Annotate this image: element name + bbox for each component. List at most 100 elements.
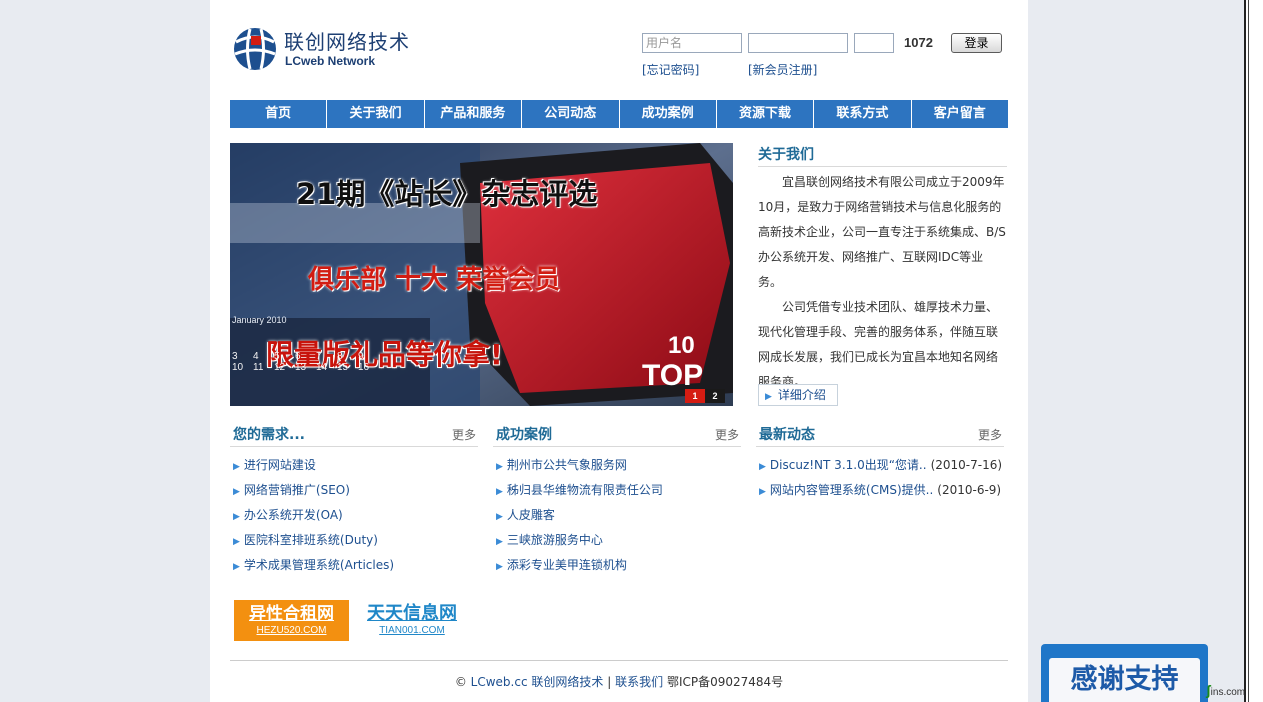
thanks-sticker: 感谢支持 [1041, 644, 1208, 702]
window-scrollbar[interactable] [1244, 0, 1263, 702]
logo-chinese-name: 联创网络技术 [284, 30, 410, 54]
calendar-day: 4 [253, 351, 259, 362]
list-item: ▶ 医院科室排班系统(Duty) [233, 532, 481, 557]
nav-cases[interactable]: 成功案例 [620, 100, 717, 128]
cases-more-link[interactable]: 更多 [715, 426, 739, 443]
globe-logo-icon [234, 28, 276, 70]
copyright-symbol: © [454, 675, 467, 689]
calendar-day: 5 [274, 351, 280, 362]
password-input[interactable] [748, 33, 848, 53]
nav-guestbook[interactable]: 客户留言 [912, 100, 1008, 128]
list-item: ▶ 荆州市公共气象服务网 [496, 457, 744, 482]
news-link[interactable]: 网站内容管理系统(CMS)提供.. [770, 483, 933, 497]
partner-name: 天天信息网 [367, 603, 457, 624]
watermark: ʃins.com [1206, 682, 1245, 698]
logo-english-name: LCweb Network [285, 54, 376, 68]
list-item: ▶ 添彩专业美甲连锁机构 [496, 557, 744, 582]
banner-top10-badge: 10 TOP [642, 331, 703, 391]
needs-more-link[interactable]: 更多 [452, 426, 476, 443]
calendar-day: 10 [232, 362, 244, 373]
banner-slideshow[interactable]: 21期《站长》杂志评选 俱乐部 十大 荣誉会员 限量版礼品等你拿! Januar… [230, 143, 733, 406]
bullet-arrow-icon: ▶ [233, 512, 240, 522]
login-button[interactable]: 登录 [951, 33, 1002, 53]
banner-pager: 1 2 [685, 389, 725, 403]
news-panel: 最新动态 更多 ▶ Discuz!NT 3.1.0出现“您请.. (2010-7-1… [756, 422, 1004, 497]
about-more-button[interactable]: ▶ 详细介绍 [758, 384, 838, 406]
case-link[interactable]: 添彩专业美甲连锁机构 [507, 558, 627, 572]
banner-page-1[interactable]: 1 [685, 389, 705, 403]
banner-title: 21期《站长》杂志评选 [296, 177, 598, 211]
news-list: ▶ Discuz!NT 3.1.0出现“您请.. (2010-7-16) ▶ 网站内容… [759, 457, 1007, 507]
about-body: 宜昌联创网络技术有限公司成立于2009年10月，是致力于网络营销技术与信息化服务… [758, 170, 1006, 395]
news-link[interactable]: Discuz!NT 3.1.0出现“您请.. [770, 458, 927, 472]
nav-about[interactable]: 关于我们 [327, 100, 425, 128]
bullet-arrow-icon: ▶ [759, 487, 766, 497]
banner-calendar-label: January 2010 [232, 315, 287, 325]
case-link[interactable]: 秭归县华维物流有限责任公司 [507, 483, 663, 497]
needs-link[interactable]: 办公系统开发(OA) [244, 508, 343, 522]
calendar-day: 15 [337, 362, 349, 373]
partner-name: 异性合租网 [249, 604, 334, 624]
site-logo[interactable]: 联创网络技术 LCweb Network [232, 24, 432, 74]
forgot-password-link[interactable]: [忘记密码] [642, 61, 699, 78]
nav-products[interactable]: 产品和服务 [425, 100, 523, 128]
about-divider [758, 166, 1007, 167]
nav-downloads[interactable]: 资源下载 [717, 100, 815, 128]
bullet-arrow-icon: ▶ [496, 512, 503, 522]
username-input[interactable] [642, 33, 742, 53]
needs-link[interactable]: 医院科室排班系统(Duty) [244, 533, 378, 547]
case-link[interactable]: 三峡旅游服务中心 [507, 533, 603, 547]
captcha-input[interactable] [854, 33, 894, 53]
nav-news[interactable]: 公司动态 [522, 100, 620, 128]
cases-list: ▶ 荆州市公共气象服务网 ▶ 秭归县华维物流有限责任公司 ▶ 人皮雕客 ▶ 三峡旅游服务… [496, 457, 744, 582]
list-item: ▶ 办公系统开发(OA) [233, 507, 481, 532]
bullet-arrow-icon: ▶ [233, 487, 240, 497]
bullet-arrow-icon: ▶ [496, 537, 503, 547]
page-container: 联创网络技术 LCweb Network 1072 登录 [忘记密码] [新会员… [210, 0, 1028, 702]
sticker-text: 感谢支持 [1049, 658, 1200, 702]
bullet-arrow-icon: ▶ [233, 537, 240, 547]
list-item: ▶ 学术成果管理系统(Articles) [233, 557, 481, 582]
calendar-day: 8 [337, 351, 343, 362]
about-paragraph: 公司凭借专业技术团队、雄厚技术力量、现代化管理手段、完善的服务体系，伴随互联网成… [758, 300, 999, 389]
bullet-arrow-icon: ▶ [759, 462, 766, 472]
footer-contact-link[interactable]: 联系我们 [615, 675, 663, 689]
list-item: ▶ 进行网站建设 [233, 457, 481, 482]
nav-home[interactable]: 首页 [230, 100, 328, 128]
main-nav: 首页 关于我们 产品和服务 公司动态 成功案例 资源下载 联系方式 客户留言 [230, 100, 1008, 128]
footer-site-link[interactable]: LCweb.cc [471, 675, 528, 689]
needs-title: 您的需求... [233, 427, 305, 443]
list-item: ▶ Discuz!NT 3.1.0出现“您请.. (2010-7-16) [759, 457, 1007, 482]
news-date: (2010-6-9) [937, 483, 1002, 497]
news-header: 最新动态 更多 [756, 422, 1004, 447]
needs-link[interactable]: 网络营销推广(SEO) [244, 483, 350, 497]
case-link[interactable]: 人皮雕客 [507, 508, 555, 522]
needs-panel: 您的需求... 更多 ▶ 进行网站建设 ▶ 网络营销推广(SEO) ▶ 办公系统开发(… [230, 422, 478, 572]
list-item: ▶ 秭归县华维物流有限责任公司 [496, 482, 744, 507]
cases-panel: 成功案例 更多 ▶ 荆州市公共气象服务网 ▶ 秭归县华维物流有限责任公司 ▶ 人皮雕客… [493, 422, 741, 572]
about-paragraph: 宜昌联创网络技术有限公司成立于2009年10月，是致力于网络营销技术与信息化服务… [758, 175, 1006, 289]
case-link[interactable]: 荆州市公共气象服务网 [507, 458, 627, 472]
nav-contact[interactable]: 联系方式 [814, 100, 912, 128]
news-more-link[interactable]: 更多 [978, 426, 1002, 443]
footer: © LCweb.cc 联创网络技术 | 联系我们 鄂ICP备09027484号 [230, 673, 1008, 690]
list-item: ▶ 网络营销推广(SEO) [233, 482, 481, 507]
calendar-day: 3 [232, 351, 238, 362]
needs-link[interactable]: 进行网站建设 [244, 458, 316, 472]
calendar-day: 11 [253, 362, 264, 373]
bullet-arrow-icon: ▶ [233, 462, 240, 472]
register-link[interactable]: [新会员注册] [748, 61, 817, 78]
calendar-day: 14 [316, 362, 328, 373]
footer-brand-link[interactable]: 联创网络技术 [531, 675, 603, 689]
cases-header: 成功案例 更多 [493, 422, 741, 447]
partner-hezu520-link[interactable]: 异性合租网 HEZU520.COM [234, 600, 349, 641]
news-title: 最新动态 [759, 427, 815, 443]
needs-link[interactable]: 学术成果管理系统(Articles) [244, 558, 394, 572]
bullet-arrow-icon: ▶ [233, 562, 240, 572]
calendar-day: 6 [295, 351, 301, 362]
scrollbar-track [1248, 0, 1249, 702]
banner-page-2[interactable]: 2 [705, 389, 725, 403]
about-more-label: 详细介绍 [777, 388, 826, 402]
partner-tian001-link[interactable]: 天天信息网 TIAN001.COM [356, 600, 468, 641]
banner-calendar-days: 3 4 5 6 7 8 9 10 11 12 13 14 15 16 [232, 351, 392, 373]
